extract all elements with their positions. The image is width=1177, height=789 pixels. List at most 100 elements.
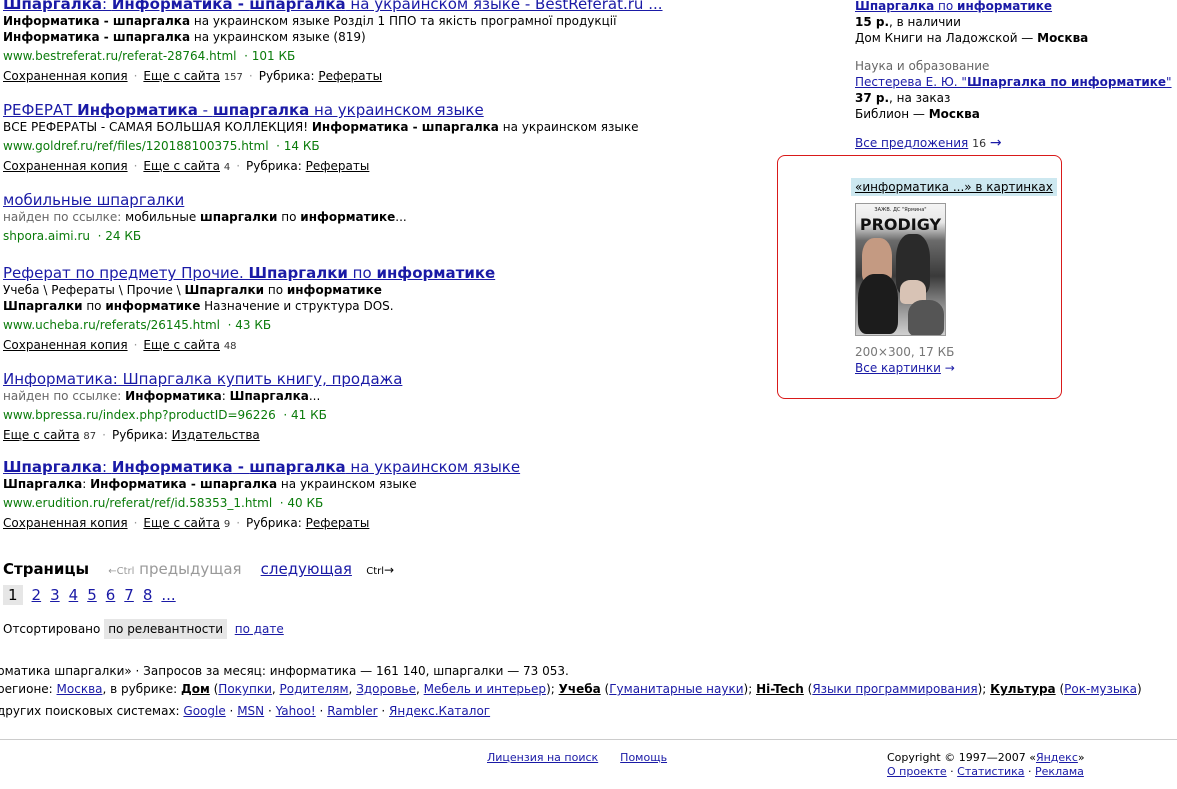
rubric-link[interactable]: Мебель и интерьер (424, 682, 546, 696)
page-link[interactable]: 2 (32, 586, 42, 604)
prev-page-button: предыдущая (139, 560, 242, 578)
page-link[interactable]: 5 (87, 586, 97, 604)
engine-link-yahoo[interactable]: Yahoo! (276, 704, 316, 718)
all-offers-link[interactable]: Все предложения (855, 136, 968, 150)
about-link[interactable]: О проекте (887, 765, 947, 778)
search-result: Шпаргалка: Информатика - шпаргалка на ук… (3, 0, 783, 86)
result-url: www.erudition.ru/referat/ref/id.58353_1.… (3, 496, 324, 510)
search-result: Информатика: Шпаргалка купить книгу, про… (3, 370, 783, 445)
result-title-link[interactable]: Информатика: Шпаргалка купить книгу, про… (3, 370, 402, 388)
copyright: Copyright © 1997—2007 «Яндекс» О проекте… (887, 751, 1085, 778)
cover-figure (908, 300, 944, 335)
result-title[interactable]: Реферат по предмету Прочие. Шпаргалки по… (3, 264, 783, 282)
result-snippet: ВСЕ РЕФЕРАТЫ - САМАЯ БОЛЬШАЯ КОЛЛЕКЦИЯ! … (3, 120, 639, 134)
cached-copy-link[interactable]: Сохраненная копия (3, 159, 128, 173)
footer-divider (0, 739, 1177, 740)
result-title-link[interactable]: мобильные шпаргалки (3, 191, 184, 209)
ctrl-hint: Ctrl (366, 566, 385, 577)
result-url: www.ucheba.ru/referats/26145.html · 43 К… (3, 318, 272, 332)
cached-copy-link[interactable]: Сохраненная копия (3, 516, 128, 530)
rubric-link[interactable]: Рефераты (306, 516, 370, 530)
rubric-kultura-link[interactable]: Культура (990, 682, 1055, 696)
result-title[interactable]: Шпаргалка: Информатика - шпаргалка на ук… (3, 0, 783, 13)
page-link[interactable]: 3 (50, 586, 60, 604)
result-title-link[interactable]: Шпаргалка: Информатика - шпаргалка на ук… (3, 458, 520, 476)
result-meta: Сохраненная копия · Еще с сайта 157 · Рубрик… (3, 69, 383, 83)
rubric-dom-link[interactable]: Дом (181, 682, 210, 696)
rubric-link[interactable]: Рефераты (318, 69, 382, 83)
result-title[interactable]: мобильные шпаргалки (3, 191, 783, 209)
page-link[interactable]: 4 (69, 586, 79, 604)
rubric-link[interactable]: Родителям (280, 682, 349, 696)
page-numbers: 1 2 3 4 5 6 7 8... (3, 585, 176, 605)
result-title[interactable]: Информатика: Шпаргалка купить книгу, про… (3, 370, 783, 388)
result-url: shpora.aimi.ru · 24 КБ (3, 229, 142, 243)
search-result: Реферат по предмету Прочие. Шпаргалки по… (3, 264, 783, 355)
region-rubrics: регионе: Москва, в рубрике: Дом (Покупки… (0, 682, 1142, 696)
engine-link-rambler[interactable]: Rambler (327, 704, 377, 718)
region-link[interactable]: Москва (57, 682, 103, 696)
ads-link[interactable]: Реклама (1035, 765, 1084, 778)
pagination: Страницы ←Ctrl предыдущая следующая Ctrl… (3, 560, 394, 578)
rubric-ucheba-link[interactable]: Учеба (559, 682, 601, 696)
page-link[interactable]: 7 (124, 586, 134, 604)
all-images-link[interactable]: Все картинки (855, 361, 941, 375)
rubric-link[interactable]: Издательства (172, 428, 260, 442)
result-title-link[interactable]: РЕФЕРАТ Информатика - шпаргалка на украи… (3, 101, 484, 119)
page-link[interactable]: 6 (106, 586, 116, 604)
other-engines: других поисковых системах: Google · MSN … (0, 704, 491, 718)
result-found-by-link: найден по ссылке: Информатика: Шпаргалка… (3, 389, 321, 403)
more-from-site-link[interactable]: Еще с сайта (3, 428, 80, 442)
result-title-link[interactable]: Шпаргалка: Информатика - шпаргалка на ук… (3, 0, 663, 13)
search-result: РЕФЕРАТ Информатика - шпаргалка на украи… (3, 101, 783, 176)
cached-copy-link[interactable]: Сохраненная копия (3, 69, 128, 83)
rubric-hitech-link[interactable]: Hi-Tech (756, 682, 804, 696)
rubric-link[interactable]: Здоровье (356, 682, 416, 696)
result-snippet: Учеба \ Рефераты \ Прочие \ Шпаргалки по… (3, 283, 382, 297)
help-link[interactable]: Помощь (620, 751, 667, 764)
more-from-site-link[interactable]: Еще с сайта (143, 69, 220, 83)
sort-label: Отсортировано (3, 622, 101, 636)
stats-link[interactable]: Статистика (957, 765, 1024, 778)
result-title[interactable]: РЕФЕРАТ Информатика - шпаргалка на украи… (3, 101, 783, 119)
result-meta: Сохраненная копия · Еще с сайта 4 · Рубрика:… (3, 159, 370, 173)
offer-title-link[interactable]: Шпаргалка по информатике (855, 0, 1052, 13)
page-link[interactable]: ... (161, 586, 175, 604)
market-offer: Наука и образование Пестерева Е. Ю. "Шпа… (855, 59, 1172, 121)
image-thumbnail[interactable]: ЗАЖВ. ДС "Ярмина" PRODIGY (855, 203, 946, 336)
rubric-link[interactable]: Покупки (218, 682, 272, 696)
offer-title-link[interactable]: Пестерева Е. Ю. "Шпаргалка по информатик… (855, 75, 1172, 89)
page-link[interactable]: 8 (143, 586, 153, 604)
license-link[interactable]: Лицензия на поиск (487, 751, 598, 764)
images-panel: «информатика ...» в картинках ЗАЖВ. ДС "… (777, 155, 1062, 399)
rubric-link[interactable]: Рок-музыка (1064, 682, 1137, 696)
ctrl-hint: Ctrl (116, 566, 135, 577)
result-meta: Сохраненная копия · Еще с сайта 48 (3, 338, 237, 352)
cached-copy-link[interactable]: Сохраненная копия (3, 338, 128, 352)
result-title[interactable]: Шпаргалка: Информатика - шпаргалка на ук… (3, 458, 783, 476)
yandex-link[interactable]: Яндекс (1036, 751, 1078, 764)
engine-link-google[interactable]: Google (183, 704, 225, 718)
engine-link-msn[interactable]: MSN (237, 704, 264, 718)
arrow-right-icon: → (944, 361, 955, 375)
rubric-link[interactable]: Языки программирования (812, 682, 977, 696)
next-arrow-icon: → (384, 563, 395, 577)
rubric-link[interactable]: Рефераты (306, 159, 370, 173)
result-title-link[interactable]: Реферат по предмету Прочие. Шпаргалки по… (3, 264, 495, 282)
current-page: 1 (3, 585, 23, 605)
next-page-button[interactable]: следующая (261, 560, 352, 578)
engine-link-yandex-catalog[interactable]: Яндекс.Каталог (389, 704, 490, 718)
more-from-site-link[interactable]: Еще с сайта (143, 159, 220, 173)
search-result: Шпаргалка: Информатика - шпаргалка на ук… (3, 458, 783, 533)
more-from-site-link[interactable]: Еще с сайта (143, 516, 220, 530)
images-header[interactable]: «информатика ...» в картинках (851, 178, 1057, 196)
sort-by-date-link[interactable]: по дате (235, 622, 284, 636)
more-from-site-link[interactable]: Еще с сайта (143, 338, 220, 352)
prev-arrow-icon: ← (108, 566, 117, 577)
result-snippet: Шпаргалка: Информатика - шпаргалка на ук… (3, 477, 417, 491)
image-dimensions: 200×300, 17 КБ (855, 345, 955, 359)
cover-figure (858, 274, 898, 334)
images-header-link[interactable]: «информатика ...» в картинках (855, 180, 1053, 194)
rubric-link[interactable]: Гуманитарные науки (609, 682, 743, 696)
cover-title: PRODIGY (859, 215, 942, 234)
